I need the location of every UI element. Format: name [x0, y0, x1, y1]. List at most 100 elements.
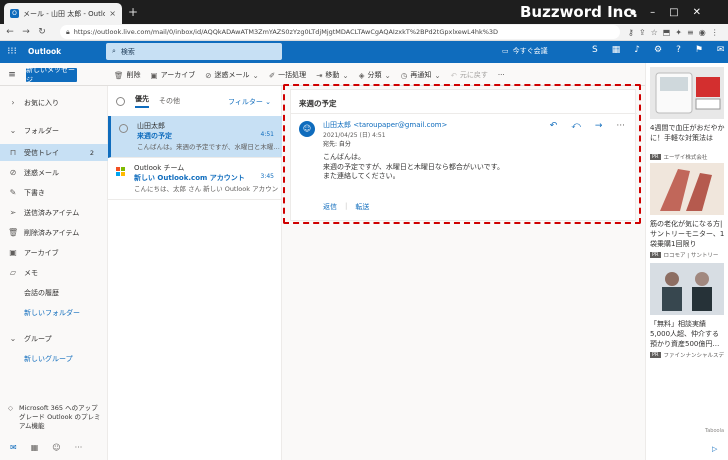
puzzle-icon[interactable]: ✦: [675, 28, 682, 37]
groups-toggle[interactable]: ⌄ グループ: [0, 330, 108, 347]
ad-text[interactable]: 筋の老化が気になる方|サントリーモニター、1袋乗購1回限り: [650, 219, 726, 249]
tab-other[interactable]: その他: [159, 96, 180, 106]
reading-list-icon[interactable]: ≡: [687, 28, 694, 37]
ad-text[interactable]: 4週間で血圧がおだやかに！手軽な対策法は: [650, 123, 726, 143]
sidebar-item-inbox[interactable]: ⊓ 受信トレイ 2: [0, 144, 108, 161]
browser-tab[interactable]: O メール - 山田 太郎 - Outlook ×: [4, 3, 122, 24]
maximize-icon[interactable]: □: [669, 7, 678, 18]
delete-button[interactable]: 🗑︎ 削除: [114, 70, 141, 80]
forward-icon[interactable]: →: [595, 121, 603, 131]
ad-provider[interactable]: Taboola: [705, 428, 724, 434]
archive-icon: ▣: [150, 70, 158, 80]
unread-count-badge: 2: [89, 148, 94, 157]
more-icon[interactable]: ···: [616, 121, 625, 131]
undo-button[interactable]: ↶ 元に戻す: [451, 70, 488, 80]
calendar-icon[interactable]: ▦: [31, 443, 39, 452]
app-name[interactable]: Outlook: [28, 47, 61, 56]
sidebar-item-drafts[interactable]: ✎ 下書き: [0, 184, 108, 201]
select-radio[interactable]: [119, 124, 128, 133]
new-group-link[interactable]: 新しいグループ: [0, 350, 108, 367]
favorites-toggle[interactable]: › お気に入り: [0, 94, 108, 111]
new-message-button[interactable]: 新しいメッセージ: [26, 66, 77, 84]
forward-icon[interactable]: →: [20, 24, 32, 40]
separator: |: [345, 202, 348, 210]
back-icon[interactable]: ←: [4, 24, 16, 40]
junk-button[interactable]: ⊘ 迷惑メール ⌄: [205, 70, 259, 80]
reload-icon[interactable]: ↻: [36, 24, 48, 40]
ad-image-muscle[interactable]: [650, 163, 724, 215]
close-window-icon[interactable]: ✕: [693, 7, 701, 18]
chevron-down-icon: ⌄: [384, 70, 391, 80]
ad-choices-icon[interactable]: ▷: [712, 445, 717, 453]
sidebar-item-archive[interactable]: ▣ アーカイブ: [0, 244, 108, 261]
message-from[interactable]: 山田太郎 <taroupaper@gmail.com>: [323, 120, 447, 130]
snooze-button[interactable]: ◷ 再通知 ⌄: [401, 70, 441, 80]
sidebar-item-conversation-history[interactable]: 会話の履歴: [0, 284, 108, 301]
tab-close-icon[interactable]: ×: [109, 9, 116, 18]
sidebar-item-deleted[interactable]: 🗑︎ 削除済みアイテム: [0, 224, 108, 241]
meet-now-button[interactable]: ▭ 今すぐ会議: [502, 46, 548, 56]
send-icon: ➢: [9, 208, 17, 217]
body-line: 来週の予定ですが、水曜日と木曜日なら都合がいいです。: [323, 162, 504, 171]
folders-toggle[interactable]: ⌄ フォルダー: [0, 122, 108, 139]
list-item[interactable]: 山田太郎 来週の予定 4:51 こんばんは。来週の予定ですが、水曜日と木曜…: [108, 116, 282, 158]
tab-focused[interactable]: 優先: [135, 94, 149, 108]
sidebar-item-sent[interactable]: ➢ 送信済みアイテム: [0, 204, 108, 221]
trash-icon: 🗑︎: [114, 70, 124, 80]
minimize-icon[interactable]: –: [650, 7, 655, 18]
whats-new-icon[interactable]: ✉: [717, 45, 725, 55]
new-folder-link[interactable]: 新しいフォルダー: [0, 304, 108, 321]
search-icon: ⌕: [112, 47, 116, 55]
more-actions-button[interactable]: ···: [498, 71, 505, 79]
categorize-button[interactable]: ◈ 分類 ⌄: [359, 70, 391, 80]
new-tab-button[interactable]: +: [126, 5, 140, 19]
bell-icon[interactable]: ♪: [634, 45, 640, 55]
browser-tab-title: メール - 山田 太郎 - Outlook: [23, 9, 106, 18]
key-icon[interactable]: ⚷: [628, 28, 634, 37]
help-icon[interactable]: ?: [676, 45, 681, 55]
hamburger-menu-icon[interactable]: ≡: [6, 68, 18, 82]
profile-dot-icon[interactable]: ●: [630, 8, 636, 16]
menu-icon[interactable]: ⋮: [711, 28, 719, 37]
select-all-checkbox[interactable]: [116, 96, 125, 106]
ad-image-blood-pressure-monitor[interactable]: [650, 67, 724, 119]
app-launcher-icon[interactable]: ⁝⁝⁝: [6, 46, 18, 58]
premium-upgrade-promo[interactable]: ◇ Microsoft 365 へのアップグレード Outlook のプレミアム…: [8, 404, 104, 431]
mail-icon[interactable]: ✉: [10, 443, 17, 452]
sidebar-item-notes[interactable]: ▱ メモ: [0, 264, 108, 281]
reply-all-icon[interactable]: ⤺: [571, 121, 581, 131]
reply-button[interactable]: 返信: [323, 202, 337, 212]
junk-icon: ⊘: [205, 70, 212, 80]
ad-image-consultation[interactable]: [650, 263, 724, 315]
calendar-icon[interactable]: ▦: [612, 45, 621, 55]
reply-icon[interactable]: ↶: [550, 121, 558, 131]
avatar[interactable]: ☺: [299, 121, 315, 137]
url-input[interactable]: 🔒︎ https://outlook.live.com/mail/0/inbox…: [60, 25, 620, 39]
extension-icon[interactable]: ⬒: [663, 28, 671, 37]
profile-icon[interactable]: ◉: [699, 28, 706, 37]
message-list: 優先 その他 フィルター ⌄ 山田太郎 来週の予定 4:51 こんばんは。来週の…: [108, 86, 282, 460]
archive-button[interactable]: ▣ アーカイブ: [151, 70, 196, 80]
sidebar-item-junk[interactable]: ⊘ 迷惑メール: [0, 164, 108, 181]
list-item[interactable]: Outlook チーム 新しい Outlook.com アカウントへようこそ 3…: [108, 158, 282, 200]
filter-dropdown[interactable]: フィルター ⌄: [228, 97, 271, 107]
forward-button[interactable]: 転送: [355, 202, 369, 212]
settings-gear-icon[interactable]: ⚙: [654, 45, 662, 55]
star-icon[interactable]: ☆: [651, 28, 658, 37]
share-icon[interactable]: ⇪: [639, 28, 646, 37]
message-actions: ↶ ⤺ → ···: [550, 121, 625, 131]
tag-icon: ◈: [358, 70, 365, 80]
sweep-button[interactable]: ✐ 一括処理: [269, 70, 306, 80]
chevron-down-icon: ⌄: [9, 334, 17, 343]
feedback-icon[interactable]: ⚑: [695, 45, 703, 55]
people-icon[interactable]: ☺: [52, 443, 60, 452]
skype-icon[interactable]: S: [592, 45, 598, 55]
ad-source: PR ロコモア | サントリー: [650, 251, 718, 259]
ad-source-name: ファインナンシャルスデ: [663, 353, 725, 359]
more-apps-icon[interactable]: ···: [75, 443, 83, 452]
move-button[interactable]: ⇥ 移動 ⌄: [316, 70, 349, 80]
search-input[interactable]: ⌕ 検索: [106, 43, 282, 60]
lock-icon: 🔒︎: [66, 27, 70, 36]
pr-tag: PR: [650, 352, 661, 358]
ad-text[interactable]: 「無料」相談実績5,000人超、仲介する預かり資産500億円…: [650, 319, 726, 349]
